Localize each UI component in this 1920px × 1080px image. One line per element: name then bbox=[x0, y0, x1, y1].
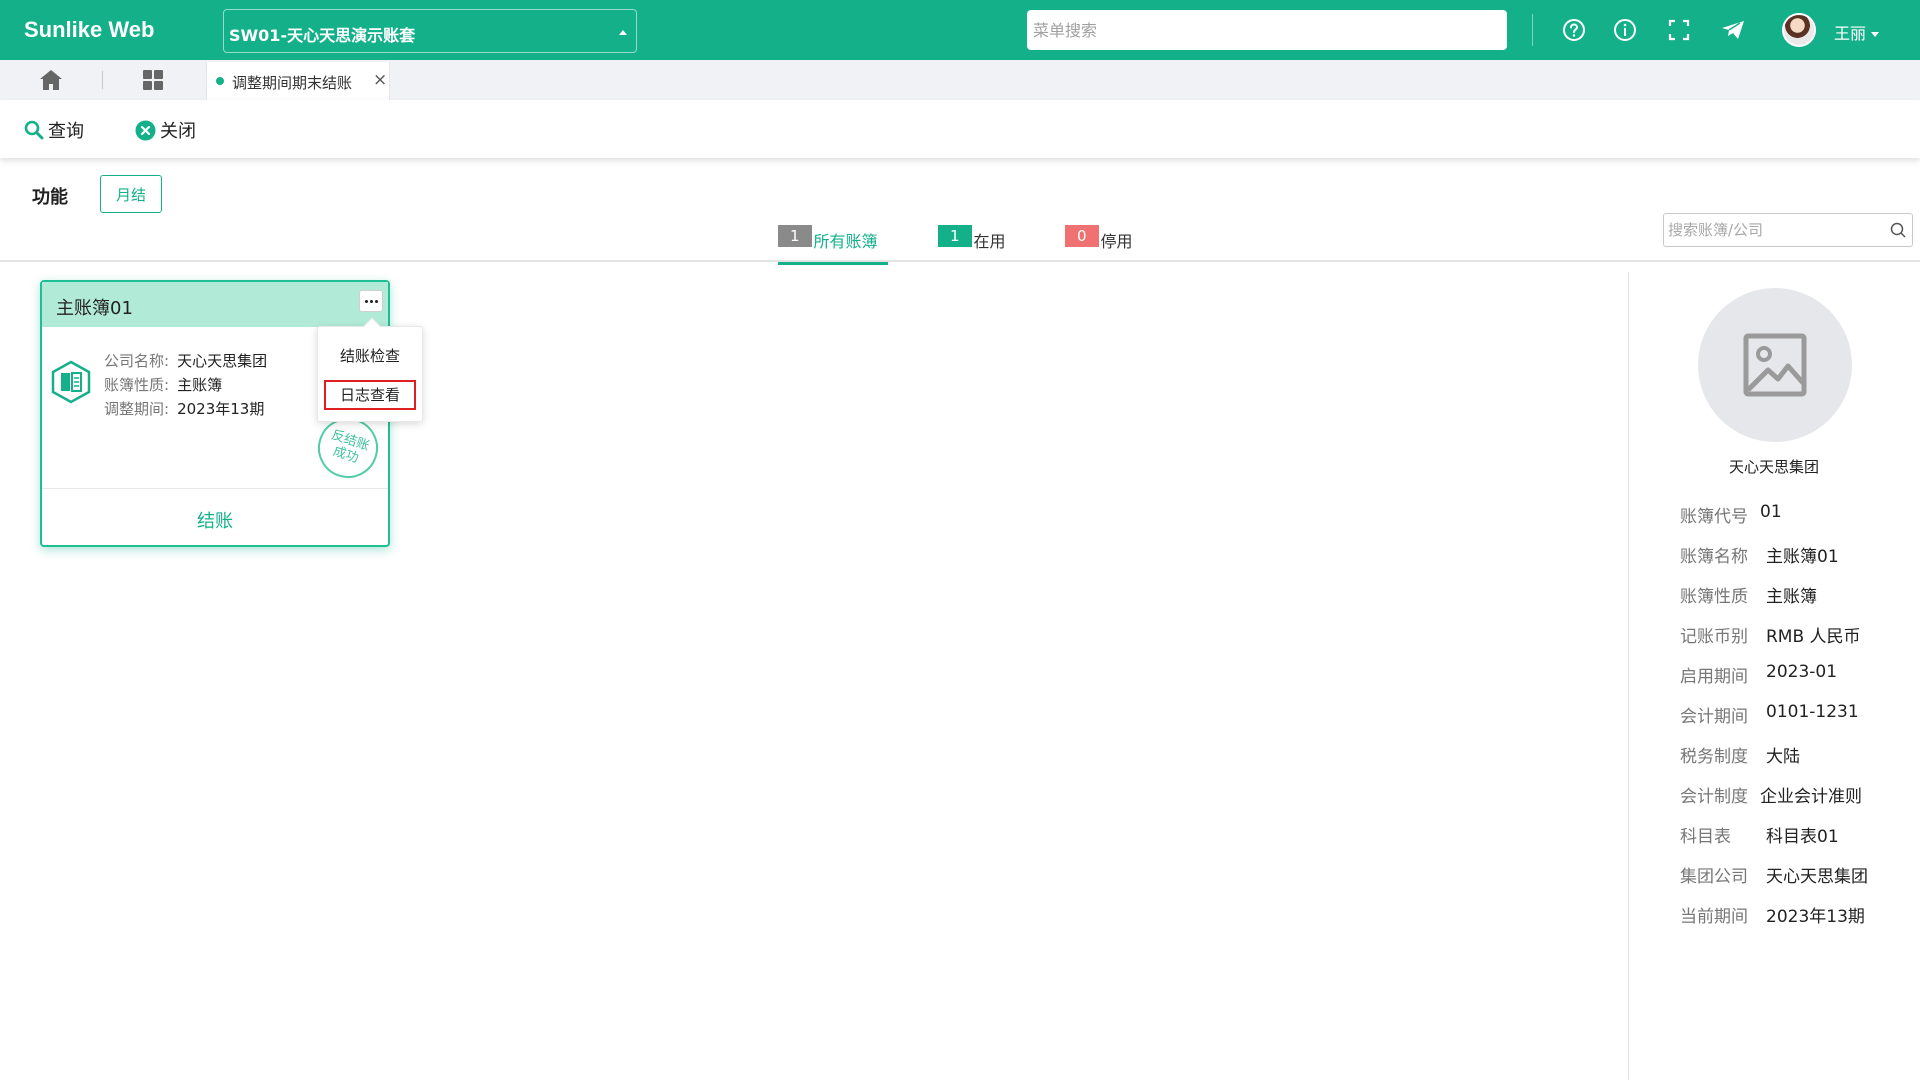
property-label: 记账币别 bbox=[1680, 627, 1748, 647]
filter-count: 1 bbox=[778, 225, 812, 247]
property-value: 2023-01 bbox=[1766, 662, 1838, 682]
query-button[interactable]: 查询 bbox=[24, 117, 84, 143]
function-label: 功能 bbox=[32, 187, 68, 208]
filter-label: 在用 bbox=[973, 232, 1006, 251]
property-label: 账簿代号 bbox=[1680, 507, 1748, 527]
property-value: 大陆 bbox=[1766, 747, 1800, 767]
info-icon[interactable] bbox=[1612, 17, 1638, 43]
plane-icon[interactable] bbox=[1720, 17, 1746, 43]
book-type-row: 账簿性质: 主账簿 bbox=[104, 374, 222, 395]
property-row: 科目表 科目表01 bbox=[1680, 822, 1839, 847]
filter-count: 0 bbox=[1065, 225, 1099, 247]
book-search-input[interactable] bbox=[1663, 213, 1913, 247]
tab-bar: 调整期间期末结账 × bbox=[0, 60, 1920, 100]
panel-divider bbox=[1628, 272, 1629, 1080]
close-label: 关闭 bbox=[160, 121, 196, 142]
close-circle-icon bbox=[135, 120, 156, 140]
property-row: 记账币别 RMB 人民币 bbox=[1680, 622, 1861, 647]
property-value: 2023年13期 bbox=[1766, 907, 1865, 927]
card-header: 主账簿01 bbox=[42, 282, 388, 327]
search-icon[interactable] bbox=[1890, 222, 1906, 238]
card-title: 主账簿01 bbox=[56, 298, 133, 319]
card-divider bbox=[42, 488, 388, 489]
property-value: 主账簿 bbox=[1766, 587, 1817, 607]
fullscreen-icon[interactable] bbox=[1666, 17, 1692, 43]
user-menu[interactable]: 王丽 bbox=[1834, 20, 1880, 44]
tab-label: 调整期间期末结账 bbox=[232, 74, 353, 92]
card-popup-menu: 结账检查 日志查看 bbox=[317, 317, 423, 422]
property-row: 会计制度 企业会计准则 bbox=[1680, 782, 1862, 807]
filter-label: 所有账簿 bbox=[813, 232, 878, 251]
filter-count: 1 bbox=[938, 225, 972, 247]
more-options-button[interactable] bbox=[359, 290, 383, 312]
company-photo bbox=[1698, 288, 1852, 442]
property-row: 集团公司 天心天思集团 bbox=[1680, 862, 1868, 887]
close-tab-icon[interactable]: × bbox=[373, 70, 387, 90]
company-name-row: 公司名称: 天心天思集团 bbox=[104, 350, 267, 371]
field-value: 主账簿 bbox=[177, 376, 223, 394]
filter-underline bbox=[0, 260, 1920, 262]
menu-item-view-log[interactable]: 日志查看 bbox=[324, 380, 416, 410]
user-name: 王丽 bbox=[1834, 24, 1867, 43]
image-placeholder-icon bbox=[1743, 333, 1807, 397]
search-icon bbox=[24, 120, 44, 140]
filter-in-use[interactable]: 1 在用 bbox=[938, 225, 1006, 265]
month-end-button[interactable]: 月结 bbox=[100, 175, 162, 213]
field-label: 公司名称: bbox=[104, 352, 170, 370]
property-label: 科目表 bbox=[1680, 827, 1731, 847]
company-name: 天心天思集团 bbox=[1728, 458, 1819, 476]
property-label: 启用期间 bbox=[1680, 667, 1748, 687]
property-value: 主账簿01 bbox=[1766, 547, 1839, 567]
property-label: 税务制度 bbox=[1680, 747, 1748, 767]
property-label: 账簿名称 bbox=[1680, 547, 1748, 567]
field-value: 天心天思集团 bbox=[177, 352, 268, 370]
property-value: RMB 人民币 bbox=[1766, 627, 1861, 647]
property-row: 账簿名称 主账簿01 bbox=[1680, 542, 1839, 567]
property-row: 启用期间 2023-01 bbox=[1680, 662, 1837, 687]
avatar[interactable] bbox=[1782, 13, 1816, 47]
filter-disabled[interactable]: 0 停用 bbox=[1065, 225, 1133, 265]
account-set-select[interactable]: SW01-天心天思演示账套 bbox=[223, 9, 637, 53]
property-value: 0101-1231 bbox=[1766, 702, 1859, 722]
property-value: 科目表01 bbox=[1766, 827, 1839, 847]
toolbar: 查询 关闭 bbox=[0, 100, 1920, 158]
active-dot bbox=[216, 77, 224, 85]
property-row: 会计期间 0101-1231 bbox=[1680, 702, 1859, 727]
field-value: 2023年13期 bbox=[177, 400, 265, 418]
property-row: 税务制度 大陆 bbox=[1680, 742, 1800, 767]
top-bar: Sunlike Web SW01-天心天思演示账套 王丽 bbox=[0, 0, 1920, 60]
field-label: 调整期间: bbox=[104, 400, 170, 418]
adjust-period-row: 调整期间: 2023年13期 bbox=[104, 398, 264, 419]
property-label: 当前期间 bbox=[1680, 907, 1748, 927]
menu-search-input[interactable] bbox=[1027, 10, 1507, 50]
property-label: 会计制度 bbox=[1680, 787, 1748, 807]
menu-item-closing-check[interactable]: 结账检查 bbox=[318, 345, 422, 366]
property-row: 当前期间 2023年13期 bbox=[1680, 902, 1865, 927]
brand-logo: Sunlike Web bbox=[24, 17, 155, 42]
close-button[interactable]: 关闭 bbox=[135, 117, 196, 143]
property-value: 天心天思集团 bbox=[1766, 867, 1868, 887]
tab-separator bbox=[102, 71, 103, 89]
tab-period-end-closing[interactable]: 调整期间期末结账 × bbox=[206, 62, 390, 100]
account-set-label: SW01-天心天思演示账套 bbox=[229, 26, 416, 45]
field-label: 账簿性质: bbox=[104, 376, 170, 394]
property-row: 账簿性质 主账簿 bbox=[1680, 582, 1817, 607]
property-value: 01 bbox=[1760, 502, 1782, 522]
caret-up-icon bbox=[619, 30, 627, 35]
property-row: 账簿代号 01 bbox=[1680, 502, 1782, 527]
filter-label: 停用 bbox=[1100, 232, 1133, 251]
chevron-down-icon bbox=[1871, 32, 1880, 37]
property-label: 账簿性质 bbox=[1680, 587, 1748, 607]
filter-all-books[interactable]: 1 所有账簿 bbox=[778, 225, 888, 265]
property-label: 会计期间 bbox=[1680, 707, 1748, 727]
topbar-divider bbox=[1532, 14, 1533, 46]
property-label: 集团公司 bbox=[1680, 867, 1748, 887]
query-label: 查询 bbox=[48, 121, 84, 142]
book-icon bbox=[51, 360, 91, 404]
help-icon[interactable] bbox=[1561, 17, 1587, 43]
grid-icon[interactable] bbox=[142, 69, 166, 91]
close-account-button[interactable]: 结账 bbox=[42, 507, 388, 533]
home-icon[interactable] bbox=[38, 69, 64, 91]
property-value: 企业会计准则 bbox=[1760, 787, 1862, 807]
